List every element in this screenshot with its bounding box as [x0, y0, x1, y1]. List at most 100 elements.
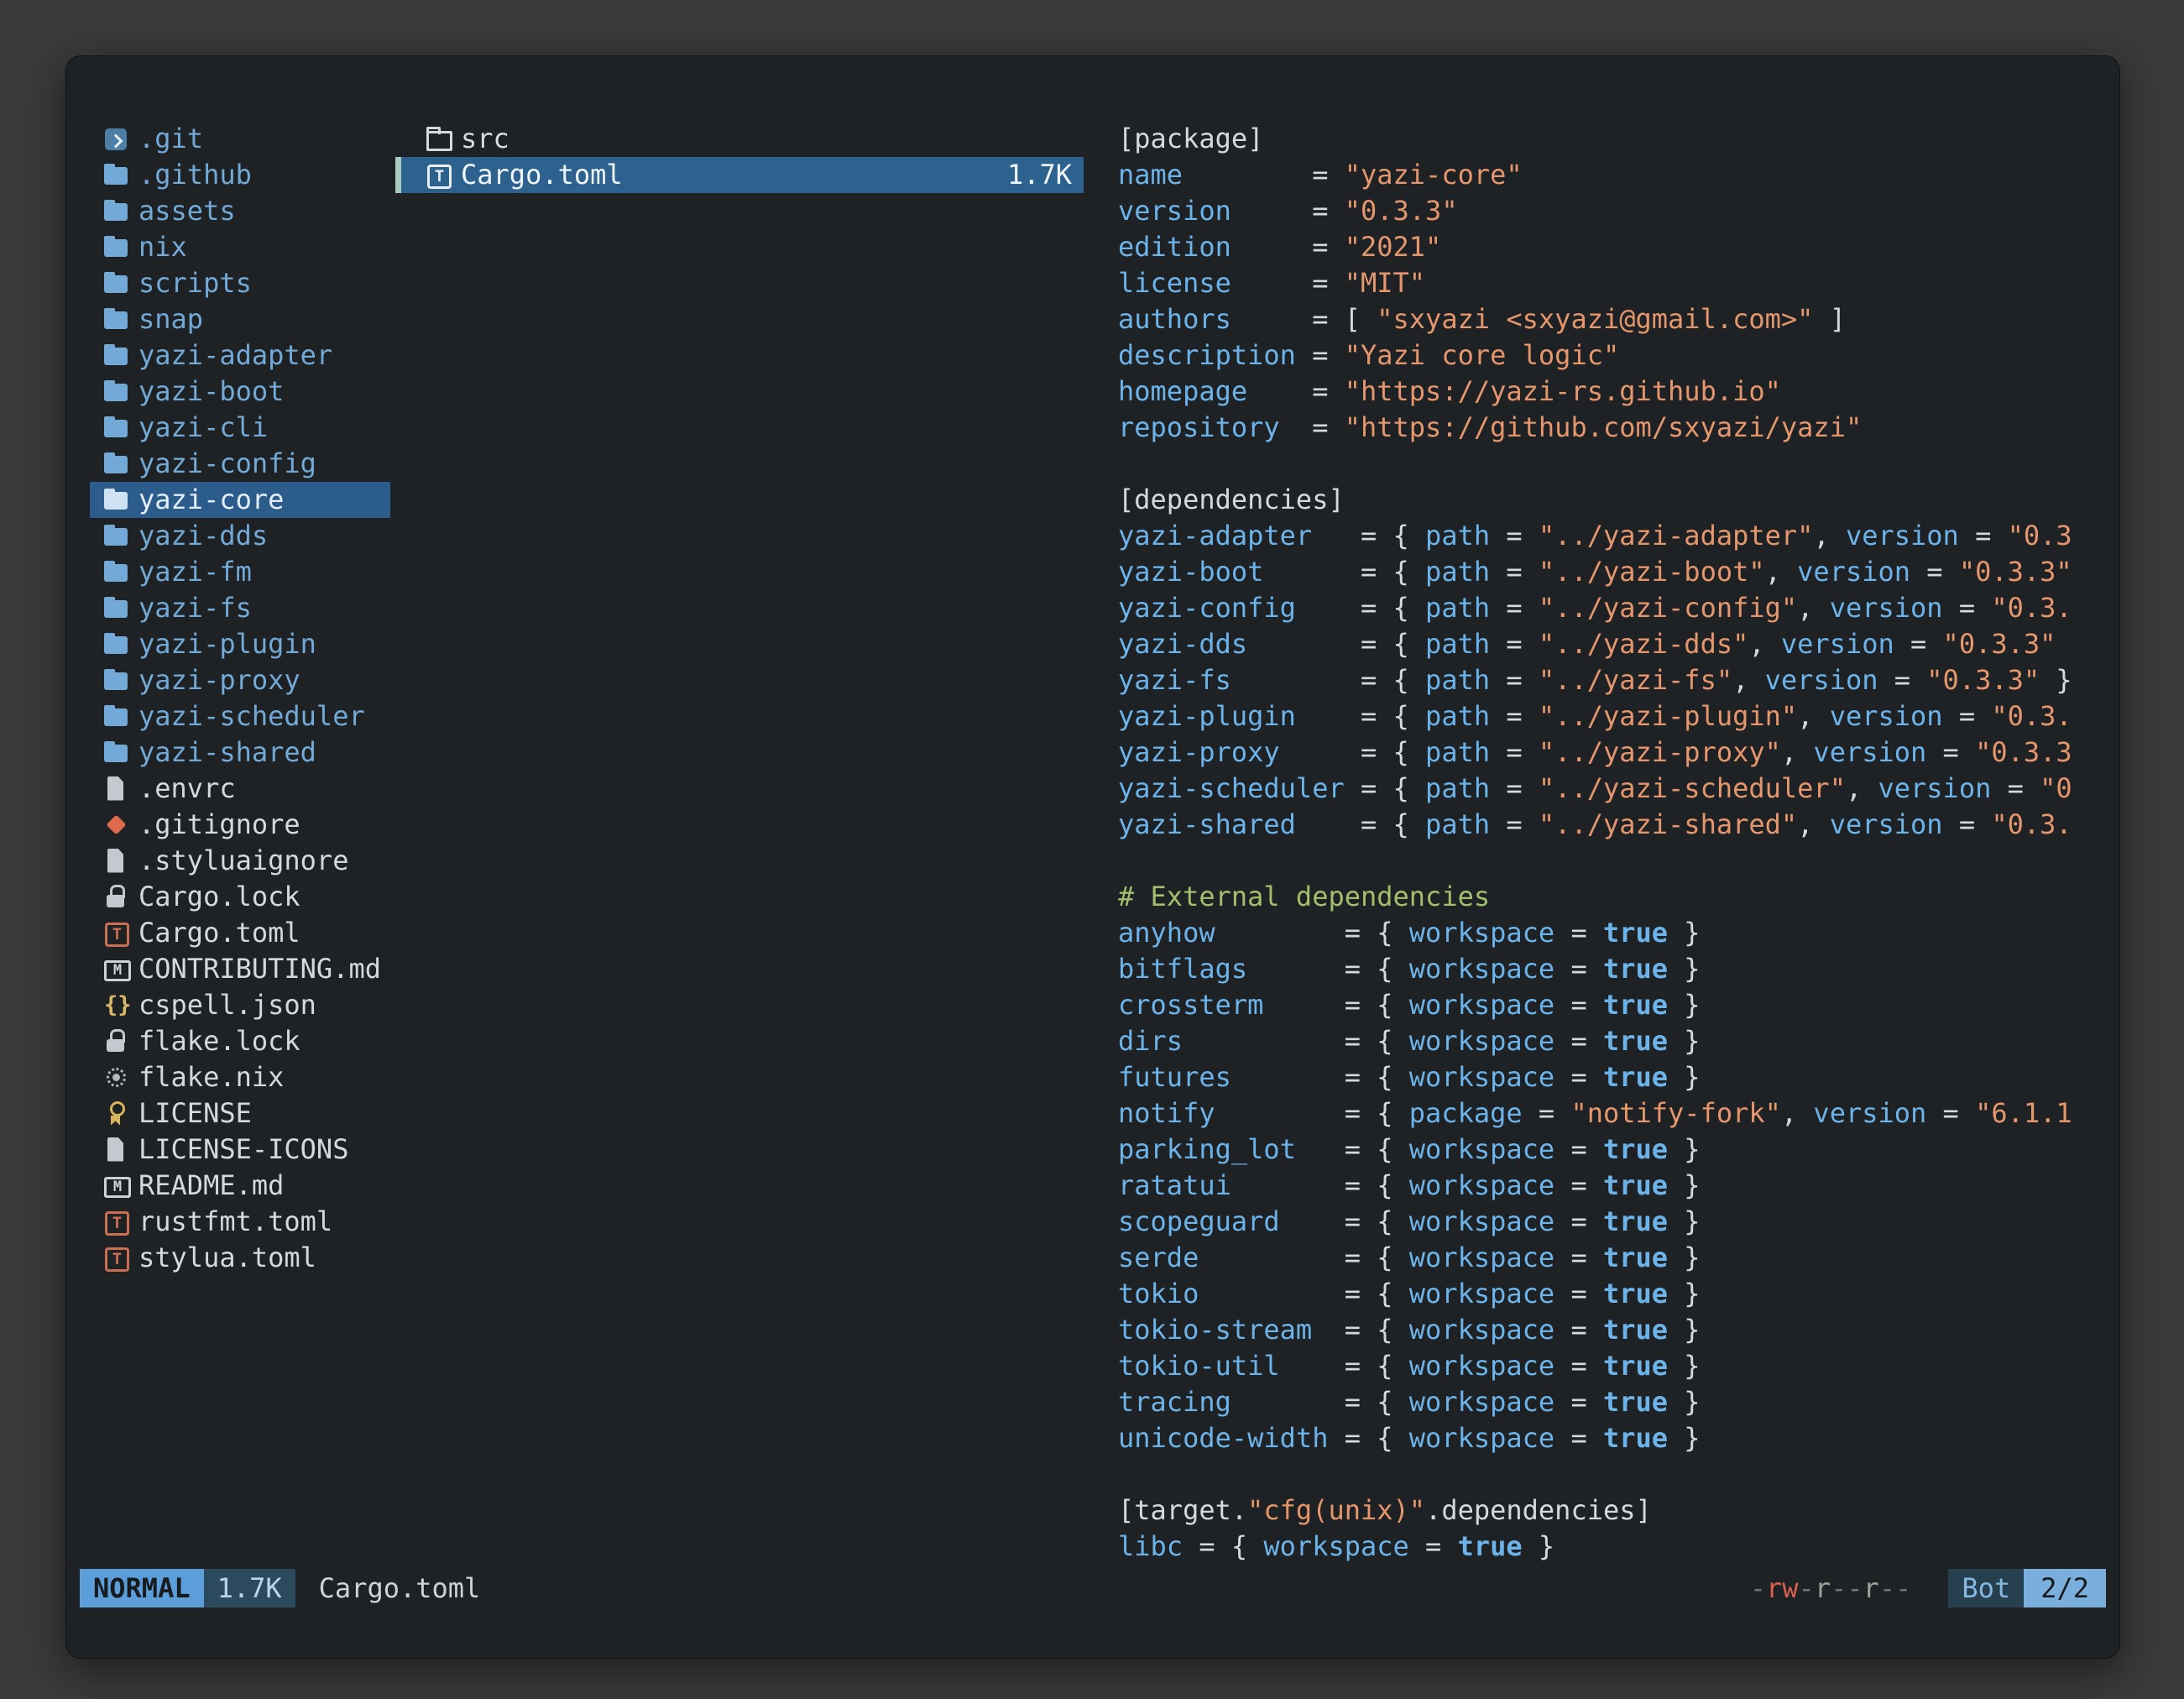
file-icon — [102, 774, 132, 804]
parent-item-yazi-fm[interactable]: yazi-fm — [90, 554, 390, 590]
preview-pane: [package]name = "yazi-core"version = "0.… — [1118, 121, 2109, 1569]
parent-item-flake.lock[interactable]: flake.lock — [90, 1023, 390, 1059]
parent-item-yazi-shared[interactable]: yazi-shared — [90, 734, 390, 771]
item-label: yazi-cli — [138, 410, 268, 446]
cursor-count-badge: 2/2 — [2024, 1569, 2106, 1608]
parent-item-LICENSE-ICONS[interactable]: LICENSE-ICONS — [90, 1132, 390, 1168]
item-label: yazi-proxy — [138, 662, 300, 698]
folder-icon — [102, 305, 132, 335]
terminal-window: .git.githubassetsnixscriptssnapyazi-adap… — [65, 55, 2120, 1659]
parent-item-yazi-dds[interactable]: yazi-dds — [90, 518, 390, 554]
parent-item-yazi-core[interactable]: yazi-core — [90, 482, 390, 518]
parent-item-nix[interactable]: nix — [90, 229, 390, 265]
current-item-src[interactable]: src — [395, 121, 1084, 157]
preview-line: version = "0.3.3" — [1118, 193, 2109, 229]
preview-line: scopeguard = { workspace = true } — [1118, 1204, 2109, 1240]
folder-icon — [102, 233, 132, 263]
parent-directory-pane: .git.githubassetsnixscriptssnapyazi-adap… — [90, 121, 390, 1276]
preview-line: dirs = { workspace = true } — [1118, 1023, 2109, 1059]
status-bar: NORMAL 1.7K Cargo.toml -rw-r--r-- Bot 2/… — [80, 1569, 2106, 1608]
folder-icon — [102, 593, 132, 624]
item-label: LICENSE-ICONS — [138, 1132, 348, 1168]
parent-item-yazi-proxy[interactable]: yazi-proxy — [90, 662, 390, 698]
parent-item-.git[interactable]: .git — [90, 121, 390, 157]
gear-icon — [102, 1063, 132, 1093]
folder-icon — [102, 160, 132, 191]
scroll-position-badge: Bot — [1948, 1569, 2024, 1608]
preview-line: tracing = { workspace = true } — [1118, 1384, 2109, 1420]
preview-line: authors = [ "sxyazi <sxyazi@gmail.com>" … — [1118, 301, 2109, 337]
item-label: .styluaignore — [138, 843, 348, 879]
item-label: yazi-shared — [138, 734, 316, 771]
folder-icon — [102, 269, 132, 299]
item-label: yazi-fs — [138, 590, 252, 626]
parent-item-scripts[interactable]: scripts — [90, 265, 390, 301]
preview-line: yazi-boot = { path = "../yazi-boot", ver… — [1118, 554, 2109, 590]
preview-line: yazi-adapter = { path = "../yazi-adapter… — [1118, 518, 2109, 554]
parent-item-Cargo.toml[interactable]: Cargo.toml — [90, 915, 390, 951]
item-label: README.md — [138, 1168, 284, 1204]
parent-item-yazi-scheduler[interactable]: yazi-scheduler — [90, 698, 390, 734]
preview-line: libc = { workspace = true } — [1118, 1529, 2109, 1565]
item-label: .github — [138, 157, 252, 193]
item-label: yazi-fm — [138, 554, 252, 590]
item-label: yazi-plugin — [138, 626, 316, 662]
folder-icon — [102, 630, 132, 660]
mode-badge: NORMAL — [80, 1569, 204, 1608]
json-icon — [102, 991, 132, 1021]
item-label: stylua.toml — [138, 1240, 316, 1276]
item-label: yazi-scheduler — [138, 698, 365, 734]
preview-line: anyhow = { workspace = true } — [1118, 915, 2109, 951]
toml-icon — [102, 918, 132, 949]
parent-item-rustfmt.toml[interactable]: rustfmt.toml — [90, 1204, 390, 1240]
item-label: nix — [138, 229, 187, 265]
parent-item-cspell.json[interactable]: cspell.json — [90, 987, 390, 1023]
preview-line: yazi-config = { path = "../yazi-config",… — [1118, 590, 2109, 626]
parent-item-.github[interactable]: .github — [90, 157, 390, 193]
preview-line: tokio-util = { workspace = true } — [1118, 1348, 2109, 1384]
preview-line: name = "yazi-core" — [1118, 157, 2109, 193]
parent-item-.envrc[interactable]: .envrc — [90, 771, 390, 807]
current-directory-pane: srcCargo.toml1.7K — [395, 121, 1084, 193]
parent-item-yazi-fs[interactable]: yazi-fs — [90, 590, 390, 626]
preview-line: yazi-scheduler = { path = "../yazi-sched… — [1118, 771, 2109, 807]
preview-line: yazi-dds = { path = "../yazi-dds", versi… — [1118, 626, 2109, 662]
parent-item-Cargo.lock[interactable]: Cargo.lock — [90, 879, 390, 915]
current-item-Cargo.toml[interactable]: Cargo.toml1.7K — [395, 157, 1084, 193]
parent-item-yazi-boot[interactable]: yazi-boot — [90, 374, 390, 410]
preview-line: yazi-proxy = { path = "../yazi-proxy", v… — [1118, 734, 2109, 771]
parent-item-.gitignore[interactable]: .gitignore — [90, 807, 390, 843]
parent-item-CONTRIBUTING.md[interactable]: CONTRIBUTING.md — [90, 951, 390, 987]
parent-item-flake.nix[interactable]: flake.nix — [90, 1059, 390, 1095]
preview-line — [1118, 1456, 2109, 1493]
folder-icon — [102, 413, 132, 443]
preview-line: yazi-fs = { path = "../yazi-fs", version… — [1118, 662, 2109, 698]
folder-icon — [102, 738, 132, 768]
preview-line: tokio = { workspace = true } — [1118, 1276, 2109, 1312]
parent-item-LICENSE[interactable]: LICENSE — [90, 1095, 390, 1132]
parent-item-yazi-plugin[interactable]: yazi-plugin — [90, 626, 390, 662]
parent-item-yazi-adapter[interactable]: yazi-adapter — [90, 337, 390, 374]
parent-item-snap[interactable]: snap — [90, 301, 390, 337]
file-icon — [102, 1135, 132, 1165]
item-label: Cargo.lock — [138, 879, 300, 915]
preview-line: serde = { workspace = true } — [1118, 1240, 2109, 1276]
parent-item-README.md[interactable]: README.md — [90, 1168, 390, 1204]
status-filename: Cargo.toml — [319, 1569, 481, 1608]
preview-line: crossterm = { workspace = true } — [1118, 987, 2109, 1023]
toml-icon — [102, 1243, 132, 1273]
parent-item-.styluaignore[interactable]: .styluaignore — [90, 843, 390, 879]
parent-item-assets[interactable]: assets — [90, 193, 390, 229]
preview-line: [dependencies] — [1118, 482, 2109, 518]
parent-item-stylua.toml[interactable]: stylua.toml — [90, 1240, 390, 1276]
lock-icon — [102, 1027, 132, 1057]
toml-icon — [102, 1207, 132, 1237]
parent-item-yazi-config[interactable]: yazi-config — [90, 446, 390, 482]
folder-icon — [102, 341, 132, 371]
item-label: src — [461, 121, 509, 157]
preview-line: ratatui = { workspace = true } — [1118, 1168, 2109, 1204]
parent-item-yazi-cli[interactable]: yazi-cli — [90, 410, 390, 446]
preview-line — [1118, 843, 2109, 879]
item-label: Cargo.toml — [138, 915, 300, 951]
md-icon — [102, 954, 132, 985]
